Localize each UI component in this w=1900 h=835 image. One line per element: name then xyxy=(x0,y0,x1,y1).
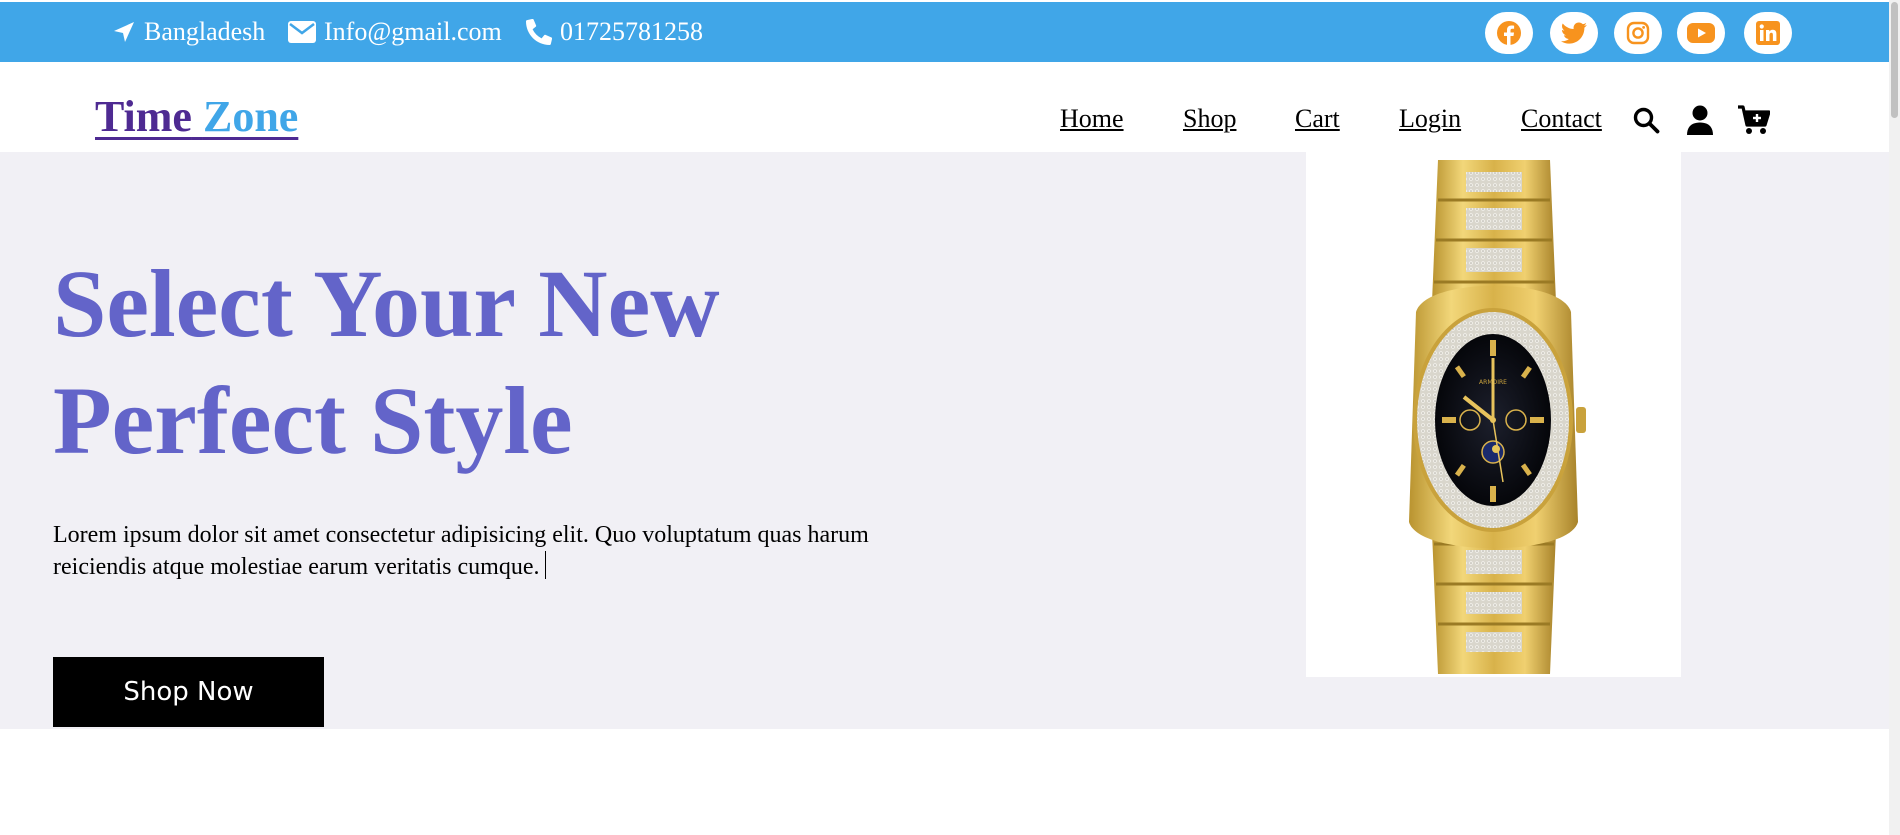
email-info[interactable]: Info@gmail.com xyxy=(288,2,502,62)
account-button[interactable] xyxy=(1684,104,1716,136)
search-button[interactable] xyxy=(1630,104,1662,136)
hero-description-text: Lorem ipsum dolor sit amet consectetur a… xyxy=(53,522,869,580)
email-text: Info@gmail.com xyxy=(324,17,502,46)
nav-link-home[interactable]: Home xyxy=(1060,104,1124,134)
shop-now-button[interactable]: Shop Now xyxy=(53,657,324,727)
twitter-icon xyxy=(1561,22,1587,44)
phone-icon xyxy=(526,19,552,45)
site-logo[interactable]: Time Zone xyxy=(95,95,298,139)
phone-info[interactable]: 01725781258 xyxy=(526,2,703,62)
nav-link-shop[interactable]: Shop xyxy=(1183,104,1236,134)
instagram-button[interactable] xyxy=(1614,12,1662,54)
youtube-button[interactable] xyxy=(1677,12,1725,54)
linkedin-icon xyxy=(1756,21,1780,45)
location-info: Bangladesh xyxy=(112,2,265,62)
gold-watch-image: ARMOIRE xyxy=(1409,160,1586,674)
search-icon xyxy=(1633,107,1660,134)
hero-section: Select Your New Perfect Style Lorem ipsu… xyxy=(0,152,1900,729)
cart-button[interactable] xyxy=(1738,104,1770,136)
facebook-button[interactable] xyxy=(1485,12,1533,54)
youtube-icon xyxy=(1687,23,1715,43)
main-navbar: Time Zone Home Shop Cart Login Contact xyxy=(0,62,1900,152)
nav-link-login[interactable]: Login xyxy=(1399,104,1461,134)
envelope-icon xyxy=(288,21,316,43)
hero-title-line-2: Perfect Style xyxy=(53,367,573,474)
facebook-icon xyxy=(1497,21,1521,46)
text-cursor xyxy=(545,551,547,579)
cart-plus-icon xyxy=(1738,105,1770,134)
hero-product-image: ARMOIRE xyxy=(1306,152,1681,677)
hero-title-line-1: Select Your New xyxy=(53,250,720,357)
logo-word-zone: Zone xyxy=(202,92,299,141)
top-contact-bar: Bangladesh Info@gmail.com 01725781258 xyxy=(0,2,1900,62)
instagram-icon xyxy=(1626,21,1650,45)
logo-word-time: Time xyxy=(95,92,192,141)
hero-description: Lorem ipsum dolor sit amet consectetur a… xyxy=(53,519,913,583)
nav-link-cart[interactable]: Cart xyxy=(1295,104,1340,134)
page-scrollbar[interactable] xyxy=(1889,0,1900,835)
nav-link-contact[interactable]: Contact xyxy=(1521,104,1602,134)
location-text: Bangladesh xyxy=(144,17,266,46)
location-arrow-icon xyxy=(114,22,134,42)
phone-text: 01725781258 xyxy=(560,17,703,46)
user-icon xyxy=(1687,105,1713,135)
twitter-button[interactable] xyxy=(1550,12,1598,54)
scrollbar-thumb[interactable] xyxy=(1891,2,1898,118)
hero-title: Select Your New Perfect Style xyxy=(53,245,953,479)
linkedin-button[interactable] xyxy=(1744,12,1792,54)
